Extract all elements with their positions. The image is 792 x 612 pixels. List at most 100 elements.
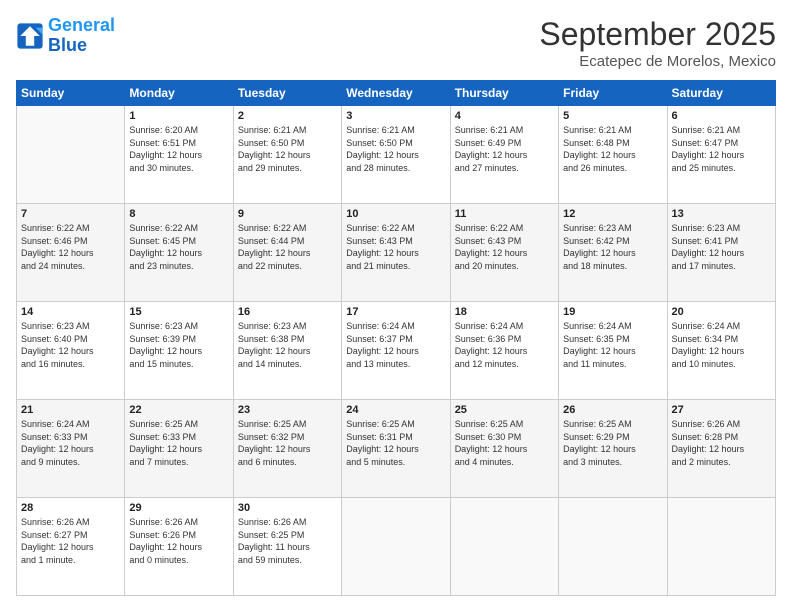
day-number: 26	[563, 404, 662, 416]
day-number: 25	[455, 404, 554, 416]
day-number: 2	[238, 110, 337, 122]
logo-icon	[16, 22, 44, 50]
table-row: 30Sunrise: 6:26 AM Sunset: 6:25 PM Dayli…	[233, 498, 341, 596]
col-saturday: Saturday	[667, 81, 775, 106]
day-info: Sunrise: 6:25 AM Sunset: 6:32 PM Dayligh…	[238, 418, 337, 468]
day-info: Sunrise: 6:22 AM Sunset: 6:44 PM Dayligh…	[238, 222, 337, 272]
day-number: 3	[346, 110, 445, 122]
table-row	[17, 106, 125, 204]
day-number: 16	[238, 306, 337, 318]
logo: General Blue	[16, 16, 115, 56]
table-row: 28Sunrise: 6:26 AM Sunset: 6:27 PM Dayli…	[17, 498, 125, 596]
day-number: 21	[21, 404, 120, 416]
table-row: 11 Sunrise: 6:22 AM Sunset: 6:43 PM Dayli…	[450, 204, 558, 302]
col-wednesday: Wednesday	[342, 81, 450, 106]
location-subtitle: Ecatepec de Morelos, Mexico	[539, 53, 776, 70]
table-row: 22 Sunrise: 6:25 AM Sunset: 6:33 PM Dayli…	[125, 400, 233, 498]
table-row: 8 Sunrise: 6:22 AM Sunset: 6:45 PM Daylig…	[125, 204, 233, 302]
day-number: 11	[455, 208, 554, 220]
day-info: Sunrise: 6:25 AM Sunset: 6:31 PM Dayligh…	[346, 418, 445, 468]
day-info: Sunrise: 6:25 AM Sunset: 6:30 PM Dayligh…	[455, 418, 554, 468]
table-row	[667, 498, 775, 596]
table-row: 6 Sunrise: 6:21 AM Sunset: 6:47 PM Daylig…	[667, 106, 775, 204]
table-row: 26 Sunrise: 6:25 AM Sunset: 6:29 PM Dayli…	[559, 400, 667, 498]
table-row: 23Sunrise: 6:25 AM Sunset: 6:32 PM Dayli…	[233, 400, 341, 498]
col-sunday: Sunday	[17, 81, 125, 106]
calendar-week-row: 28Sunrise: 6:26 AM Sunset: 6:27 PM Dayli…	[17, 498, 776, 596]
day-info: Sunrise: 6:24 AM Sunset: 6:36 PM Dayligh…	[455, 320, 554, 370]
table-row: 14Sunrise: 6:23 AM Sunset: 6:40 PM Dayli…	[17, 302, 125, 400]
day-info: Sunrise: 6:25 AM Sunset: 6:33 PM Dayligh…	[129, 418, 228, 468]
day-info: Sunrise: 6:22 AM Sunset: 6:46 PM Dayligh…	[21, 222, 120, 272]
table-row: 20Sunrise: 6:24 AM Sunset: 6:34 PM Dayli…	[667, 302, 775, 400]
day-number: 6	[672, 110, 771, 122]
day-number: 19	[563, 306, 662, 318]
day-info: Sunrise: 6:26 AM Sunset: 6:28 PM Dayligh…	[672, 418, 771, 468]
table-row: 5Sunrise: 6:21 AM Sunset: 6:48 PM Daylig…	[559, 106, 667, 204]
header: General Blue September 2025 Ecatepec de …	[16, 16, 776, 70]
day-number: 13	[672, 208, 771, 220]
table-row: 7 Sunrise: 6:22 AM Sunset: 6:46 PM Daylig…	[17, 204, 125, 302]
day-info: Sunrise: 6:23 AM Sunset: 6:38 PM Dayligh…	[238, 320, 337, 370]
table-row: 25 Sunrise: 6:25 AM Sunset: 6:30 PM Dayli…	[450, 400, 558, 498]
day-info: Sunrise: 6:21 AM Sunset: 6:48 PM Dayligh…	[563, 124, 662, 174]
page: General Blue September 2025 Ecatepec de …	[0, 0, 792, 612]
day-info: Sunrise: 6:26 AM Sunset: 6:27 PM Dayligh…	[21, 516, 120, 566]
day-info: Sunrise: 6:21 AM Sunset: 6:50 PM Dayligh…	[238, 124, 337, 174]
day-number: 17	[346, 306, 445, 318]
col-friday: Friday	[559, 81, 667, 106]
calendar-header-row: Sunday Monday Tuesday Wednesday Thursday…	[17, 81, 776, 106]
day-number: 20	[672, 306, 771, 318]
day-info: Sunrise: 6:22 AM Sunset: 6:43 PM Dayligh…	[455, 222, 554, 272]
calendar-week-row: 7 Sunrise: 6:22 AM Sunset: 6:46 PM Daylig…	[17, 204, 776, 302]
day-info: Sunrise: 6:22 AM Sunset: 6:45 PM Dayligh…	[129, 222, 228, 272]
day-number: 1	[129, 110, 228, 122]
table-row: 3Sunrise: 6:21 AM Sunset: 6:50 PM Daylig…	[342, 106, 450, 204]
day-info: Sunrise: 6:21 AM Sunset: 6:49 PM Dayligh…	[455, 124, 554, 174]
month-title: September 2025	[539, 16, 776, 53]
day-number: 22	[129, 404, 228, 416]
day-info: Sunrise: 6:26 AM Sunset: 6:25 PM Dayligh…	[238, 516, 337, 566]
title-block: September 2025 Ecatepec de Morelos, Mexi…	[539, 16, 776, 70]
day-number: 8	[129, 208, 228, 220]
day-info: Sunrise: 6:24 AM Sunset: 6:35 PM Dayligh…	[563, 320, 662, 370]
day-number: 10	[346, 208, 445, 220]
table-row: 18 Sunrise: 6:24 AM Sunset: 6:36 PM Dayli…	[450, 302, 558, 400]
day-info: Sunrise: 6:26 AM Sunset: 6:26 PM Dayligh…	[129, 516, 228, 566]
day-number: 27	[672, 404, 771, 416]
table-row: 10 Sunrise: 6:22 AM Sunset: 6:43 PM Dayli…	[342, 204, 450, 302]
day-number: 15	[129, 306, 228, 318]
day-number: 18	[455, 306, 554, 318]
day-number: 24	[346, 404, 445, 416]
calendar-week-row: 14Sunrise: 6:23 AM Sunset: 6:40 PM Dayli…	[17, 302, 776, 400]
day-number: 7	[21, 208, 120, 220]
day-info: Sunrise: 6:20 AM Sunset: 6:51 PM Dayligh…	[129, 124, 228, 174]
day-info: Sunrise: 6:21 AM Sunset: 6:47 PM Dayligh…	[672, 124, 771, 174]
calendar-week-row: 21 Sunrise: 6:24 AM Sunset: 6:33 PM Dayli…	[17, 400, 776, 498]
table-row: 27 Sunrise: 6:26 AM Sunset: 6:28 PM Dayli…	[667, 400, 775, 498]
table-row: 19 Sunrise: 6:24 AM Sunset: 6:35 PM Dayli…	[559, 302, 667, 400]
col-tuesday: Tuesday	[233, 81, 341, 106]
day-number: 4	[455, 110, 554, 122]
col-monday: Monday	[125, 81, 233, 106]
day-info: Sunrise: 6:25 AM Sunset: 6:29 PM Dayligh…	[563, 418, 662, 468]
logo-line2: Blue	[48, 35, 87, 55]
table-row: 21 Sunrise: 6:24 AM Sunset: 6:33 PM Dayli…	[17, 400, 125, 498]
day-number: 12	[563, 208, 662, 220]
table-row: 2 Sunrise: 6:21 AM Sunset: 6:50 PM Daylig…	[233, 106, 341, 204]
table-row: 1 Sunrise: 6:20 AM Sunset: 6:51 PM Daylig…	[125, 106, 233, 204]
table-row: 17 Sunrise: 6:24 AM Sunset: 6:37 PM Dayli…	[342, 302, 450, 400]
day-info: Sunrise: 6:23 AM Sunset: 6:40 PM Dayligh…	[21, 320, 120, 370]
table-row: 13Sunrise: 6:23 AM Sunset: 6:41 PM Dayli…	[667, 204, 775, 302]
day-info: Sunrise: 6:24 AM Sunset: 6:33 PM Dayligh…	[21, 418, 120, 468]
table-row	[559, 498, 667, 596]
table-row	[450, 498, 558, 596]
calendar-table: Sunday Monday Tuesday Wednesday Thursday…	[16, 80, 776, 596]
calendar-week-row: 1 Sunrise: 6:20 AM Sunset: 6:51 PM Daylig…	[17, 106, 776, 204]
table-row: 9Sunrise: 6:22 AM Sunset: 6:44 PM Daylig…	[233, 204, 341, 302]
table-row: 29Sunrise: 6:26 AM Sunset: 6:26 PM Dayli…	[125, 498, 233, 596]
col-thursday: Thursday	[450, 81, 558, 106]
logo-text: General Blue	[48, 16, 115, 56]
day-info: Sunrise: 6:22 AM Sunset: 6:43 PM Dayligh…	[346, 222, 445, 272]
day-info: Sunrise: 6:24 AM Sunset: 6:37 PM Dayligh…	[346, 320, 445, 370]
